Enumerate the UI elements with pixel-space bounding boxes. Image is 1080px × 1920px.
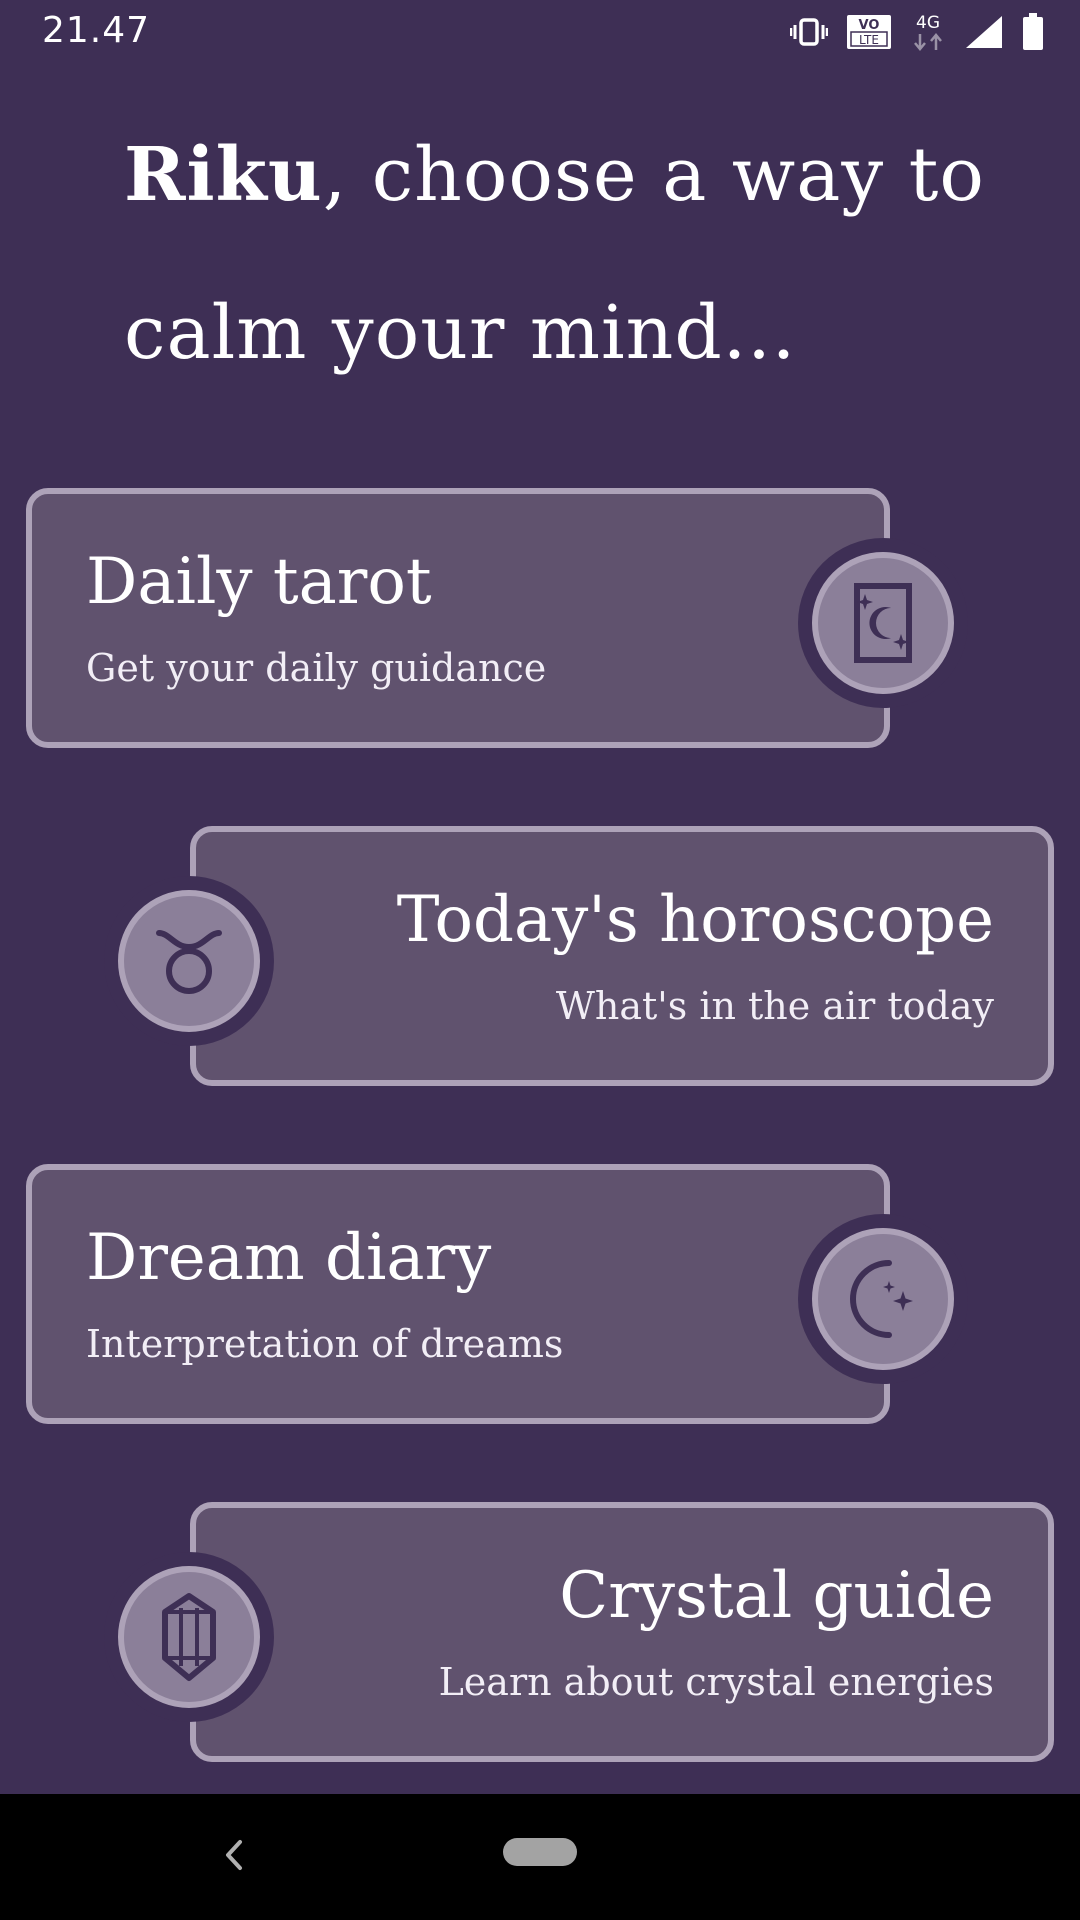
daily-tarot-card[interactable]: Daily tarot Get your daily guidance	[26, 488, 890, 748]
todays-horoscope-badge[interactable]	[104, 876, 274, 1046]
daily-tarot-badge[interactable]	[798, 538, 968, 708]
crystal-guide-card[interactable]: Crystal guide Learn about crystal energi…	[190, 1502, 1054, 1762]
vibrate-icon	[790, 17, 828, 47]
card-title: Crystal guide	[559, 1559, 994, 1633]
signal-icon	[964, 14, 1004, 50]
card-subtitle: Learn about crystal energies	[438, 1660, 994, 1704]
volte-icon: VO LTE	[846, 14, 892, 50]
crystal-icon	[159, 1592, 219, 1682]
4g-data-icon: 4G	[910, 12, 946, 52]
page-title: Riku, choose a way to calm your mind...	[124, 96, 1024, 412]
card-title: Today's horoscope	[396, 883, 994, 957]
dream-diary-badge[interactable]	[798, 1214, 968, 1384]
card-title: Daily tarot	[86, 545, 432, 619]
status-time: 21.47	[42, 10, 151, 51]
volte-label-top: VO	[859, 18, 880, 33]
crystal-guide-badge[interactable]	[104, 1552, 274, 1722]
taurus-sign-icon	[153, 921, 225, 1001]
status-bar: 21.47 VO LTE 4G	[0, 0, 1080, 64]
card-subtitle: Interpretation of dreams	[86, 1322, 564, 1366]
dream-diary-card[interactable]: Dream diary Interpretation of dreams	[26, 1164, 890, 1424]
network-label: 4G	[916, 13, 940, 33]
volte-label-bottom: LTE	[859, 33, 879, 47]
user-name: Riku	[124, 132, 323, 218]
card-subtitle: Get your daily guidance	[86, 646, 547, 690]
card-subtitle: What's in the air today	[555, 984, 994, 1028]
moon-stars-icon	[841, 1257, 925, 1341]
back-icon[interactable]	[210, 1830, 260, 1880]
tarot-card-icon	[847, 580, 919, 666]
card-title: Dream diary	[86, 1221, 492, 1295]
home-pill-icon[interactable]	[503, 1838, 577, 1866]
status-icons: VO LTE 4G	[790, 10, 1044, 54]
todays-horoscope-card[interactable]: Today's horoscope What's in the air toda…	[190, 826, 1054, 1086]
navigation-bar	[0, 1794, 1080, 1920]
battery-icon	[1022, 13, 1044, 51]
